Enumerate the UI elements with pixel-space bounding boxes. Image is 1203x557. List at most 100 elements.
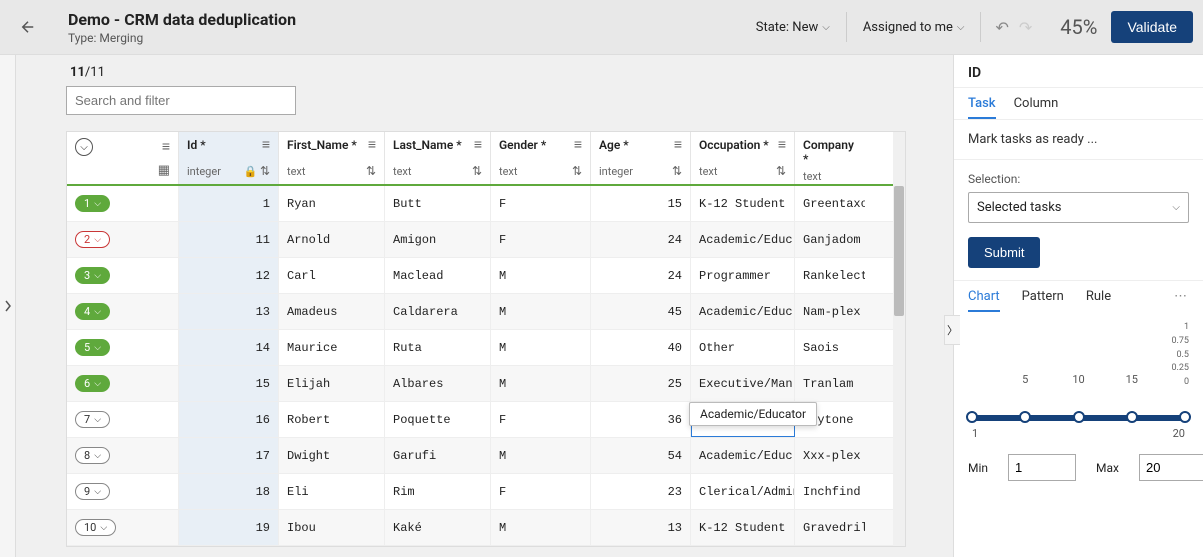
cell-company[interactable]: Xxx-plex: [795, 438, 865, 473]
cell-age[interactable]: 24: [591, 258, 691, 293]
row-selector[interactable]: 5 ⌵: [67, 330, 179, 365]
table-row[interactable]: 1 ⌵1RyanButtF15K-12 StudentGreentaxo: [67, 186, 905, 222]
cell-age[interactable]: 23: [591, 474, 691, 509]
cell-gender[interactable]: M: [491, 330, 591, 365]
cell-occupation[interactable]: Academic/Educ...: [691, 294, 795, 329]
column-header-company[interactable]: Company * text: [795, 132, 865, 184]
menu-icon[interactable]: ≡: [474, 138, 482, 152]
cell-first-name[interactable]: Carl: [279, 258, 385, 293]
status-pill[interactable]: 7 ⌵: [75, 411, 110, 428]
min-input[interactable]: [1008, 454, 1076, 481]
undo-icon[interactable]: ↶: [995, 18, 1008, 37]
slider-handle[interactable]: [1126, 411, 1138, 423]
cell-gender[interactable]: F: [491, 222, 591, 257]
menu-icon[interactable]: ≡: [778, 138, 786, 152]
table-row[interactable]: 9 ⌵18EliRimF23Clerical/AdminInchfind: [67, 474, 905, 510]
table-row[interactable]: 6 ⌵15ElijahAlbaresM25Executive/Man...Tra…: [67, 366, 905, 402]
table-row[interactable]: 4 ⌵13AmadeusCaldareraM45Academic/Educ...…: [67, 294, 905, 330]
max-input[interactable]: [1139, 454, 1203, 481]
sort-icon[interactable]: ⇅: [776, 164, 786, 178]
cell-company[interactable]: Nam-plex: [795, 294, 865, 329]
status-pill[interactable]: 6 ⌵: [75, 375, 110, 392]
sort-icon[interactable]: ⇅: [366, 164, 376, 178]
cell-last-name[interactable]: Maclead: [385, 258, 491, 293]
cell-occupation[interactable]: Programmer: [691, 258, 795, 293]
cell-age[interactable]: 40: [591, 330, 691, 365]
cell-company[interactable]: Saois: [795, 330, 865, 365]
status-pill[interactable]: 2 ⌵: [75, 231, 110, 248]
table-row[interactable]: 3 ⌵12CarlMacleadM24ProgrammerRankelect: [67, 258, 905, 294]
status-pill[interactable]: 8 ⌵: [75, 447, 110, 464]
cell-gender[interactable]: F: [491, 186, 591, 221]
table-row[interactable]: 10 ⌵19IbouKakéM13K-12 StudentGravedril: [67, 510, 905, 546]
vertical-scrollbar[interactable]: [893, 132, 905, 546]
cell-id[interactable]: 12: [179, 258, 279, 293]
table-row[interactable]: 8 ⌵17DwightGarufiM54Academic/Educ...Xxx-…: [67, 438, 905, 474]
menu-icon[interactable]: ≡: [368, 138, 376, 152]
cell-last-name[interactable]: Garufi: [385, 438, 491, 473]
row-selector[interactable]: 8 ⌵: [67, 438, 179, 473]
cell-id[interactable]: 13: [179, 294, 279, 329]
row-selector[interactable]: 4 ⌵: [67, 294, 179, 329]
cell-first-name[interactable]: Arnold: [279, 222, 385, 257]
cell-occupation[interactable]: Other: [691, 330, 795, 365]
column-header-occupation[interactable]: Occupation *≡ text⇅: [691, 132, 795, 184]
slider-handle[interactable]: [1019, 411, 1031, 423]
subtab-pattern[interactable]: Pattern: [1022, 289, 1064, 312]
layout-icon[interactable]: ▦: [158, 163, 170, 178]
cell-last-name[interactable]: Rim: [385, 474, 491, 509]
status-pill[interactable]: 9 ⌵: [75, 483, 110, 500]
subtab-chart[interactable]: Chart: [968, 289, 1000, 312]
cell-id[interactable]: 15: [179, 366, 279, 401]
cell-gender[interactable]: M: [491, 438, 591, 473]
cell-last-name[interactable]: Amigon: [385, 222, 491, 257]
submit-button[interactable]: Submit: [968, 237, 1040, 268]
cell-company[interactable]: Gravedril: [795, 510, 865, 545]
column-header-gender[interactable]: Gender *≡ text⇅: [491, 132, 591, 184]
row-selector[interactable]: 6 ⌵: [67, 366, 179, 401]
menu-icon[interactable]: ≡: [262, 138, 270, 152]
subtab-rule[interactable]: Rule: [1086, 289, 1111, 312]
cell-age[interactable]: 24: [591, 222, 691, 257]
redo-icon[interactable]: ↷: [1019, 18, 1032, 37]
cell-first-name[interactable]: Eli: [279, 474, 385, 509]
column-header-first-name[interactable]: First_Name *≡ text⇅: [279, 132, 385, 184]
cell-occupation[interactable]: Clerical/Admin: [691, 474, 795, 509]
cell-company[interactable]: Rankelect: [795, 258, 865, 293]
cell-id[interactable]: 11: [179, 222, 279, 257]
validate-button[interactable]: Validate: [1111, 11, 1193, 43]
cell-occupation[interactable]: Academic/Educ...: [691, 222, 795, 257]
row-selector[interactable]: 3 ⌵: [67, 258, 179, 293]
cell-id[interactable]: 1: [179, 186, 279, 221]
cell-occupation[interactable]: Academic/Educ...: [691, 438, 795, 473]
slider-handle[interactable]: [1073, 411, 1085, 423]
more-icon[interactable]: ⋯: [1174, 289, 1189, 312]
cell-id[interactable]: 16: [179, 402, 279, 437]
cell-gender[interactable]: M: [491, 258, 591, 293]
row-selector[interactable]: 2 ⌵: [67, 222, 179, 257]
cell-last-name[interactable]: Kaké: [385, 510, 491, 545]
tab-column[interactable]: Column: [1014, 96, 1059, 119]
right-panel-expand[interactable]: 〉: [944, 315, 960, 345]
cell-id[interactable]: 14: [179, 330, 279, 365]
cell-occupation[interactable]: Executive/Man...: [691, 366, 795, 401]
cell-gender[interactable]: M: [491, 510, 591, 545]
column-header-last-name[interactable]: Last_Name *≡ text⇅: [385, 132, 491, 184]
column-header-id[interactable]: Id *≡ integer🔒 ⇅: [179, 132, 279, 184]
sort-icon[interactable]: ⇅: [572, 164, 582, 178]
cell-first-name[interactable]: Ryan: [279, 186, 385, 221]
cell-gender[interactable]: M: [491, 366, 591, 401]
cell-age[interactable]: 45: [591, 294, 691, 329]
cell-occupation[interactable]: K-12 Student: [691, 186, 795, 221]
cell-last-name[interactable]: Butt: [385, 186, 491, 221]
cell-age[interactable]: 13: [591, 510, 691, 545]
slider-handle[interactable]: [1179, 411, 1191, 423]
tab-task[interactable]: Task: [968, 96, 996, 119]
cell-first-name[interactable]: Amadeus: [279, 294, 385, 329]
sort-icon[interactable]: ⇅: [260, 164, 270, 178]
cell-gender[interactable]: F: [491, 402, 591, 437]
table-row[interactable]: 2 ⌵11ArnoldAmigonF24Academic/Educ...Ganj…: [67, 222, 905, 258]
cell-last-name[interactable]: Ruta: [385, 330, 491, 365]
cell-id[interactable]: 19: [179, 510, 279, 545]
status-pill[interactable]: 5 ⌵: [75, 339, 110, 356]
